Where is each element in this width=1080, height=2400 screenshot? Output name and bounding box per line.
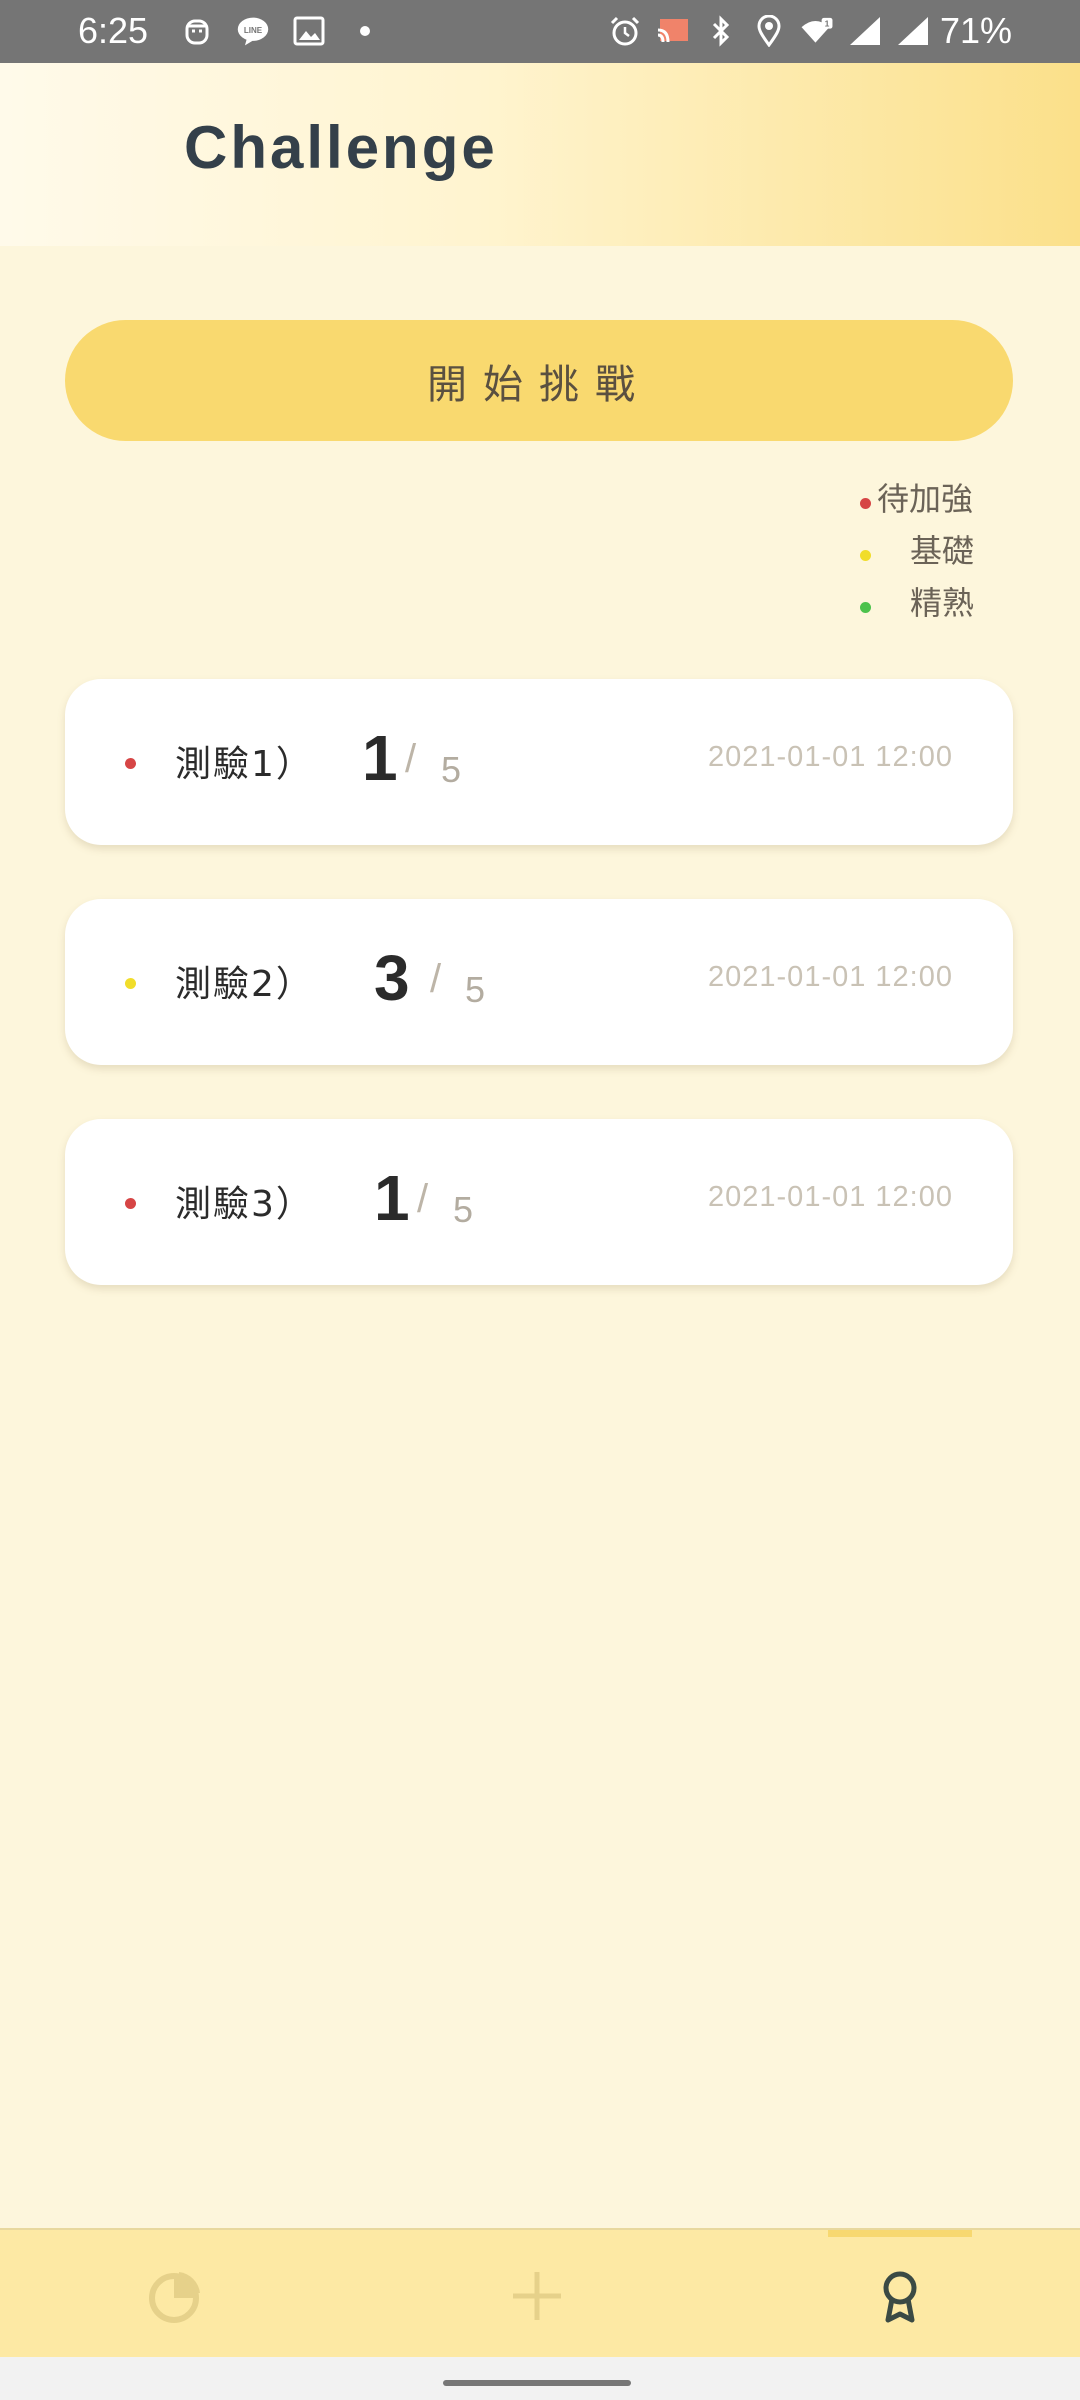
bluetooth-icon [704, 14, 738, 48]
gallery-icon [292, 14, 326, 48]
start-challenge-button[interactable]: 開始挑戰 [65, 320, 1013, 441]
legend-label: 待加強 [877, 480, 974, 518]
legend-label: 基礎 [910, 532, 975, 570]
legend-dot [860, 550, 871, 561]
quiz-score: 1 [362, 722, 398, 794]
quiz-card-2[interactable]: 測驗2） 3 / 5 2021-01-01 12:00 [65, 899, 1013, 1065]
score-separator: / [430, 957, 442, 1001]
svg-text:1: 1 [825, 18, 830, 28]
alarm-icon [608, 14, 642, 48]
signal-icon [896, 14, 930, 48]
page-title: Challenge [184, 114, 498, 181]
quiz-card-3[interactable]: 測驗3） 1 / 5 2021-01-01 12:00 [65, 1119, 1013, 1285]
pie-chart-icon [146, 2266, 206, 2330]
quiz-name: 測驗1） [175, 744, 314, 785]
status-time: 6:25 [78, 10, 149, 51]
bottom-nav [0, 2228, 1080, 2357]
score-separator: / [405, 737, 417, 781]
quiz-name: 測驗3） [175, 1184, 314, 1225]
home-gesture-bar[interactable] [443, 2380, 631, 2386]
quiz-score: 1 [374, 1162, 410, 1234]
wifi-icon: 1 [800, 14, 834, 48]
quiz-total: 5 [441, 749, 462, 790]
quiz-total: 5 [453, 1189, 474, 1230]
nav-challenge[interactable] [860, 2258, 940, 2338]
quiz-name: 測驗2） [175, 964, 314, 1005]
header: Challenge [0, 63, 1080, 246]
quiz-timestamp: 2021-01-01 12:00 [708, 741, 953, 773]
line-icon: LINE [236, 14, 270, 48]
dot-icon [348, 14, 382, 48]
badge-icon [870, 2266, 930, 2330]
level-dot [125, 1198, 136, 1209]
signal-icon [848, 14, 882, 48]
battery-level: 71% [939, 10, 1012, 51]
nav-add[interactable] [497, 2258, 577, 2338]
score-separator: / [417, 1177, 429, 1221]
svg-text:LINE: LINE [244, 26, 263, 35]
quiz-score: 3 [374, 942, 410, 1014]
legend-dot [860, 602, 871, 613]
active-tab-indicator [828, 2230, 972, 2237]
face-icon [180, 14, 214, 48]
quiz-timestamp: 2021-01-01 12:00 [708, 961, 953, 993]
legend-dot [860, 498, 871, 509]
status-bar: 6:25 LINE 1 71% [0, 0, 1080, 63]
level-dot [125, 758, 136, 769]
quiz-total: 5 [465, 969, 486, 1010]
quiz-timestamp: 2021-01-01 12:00 [708, 1181, 953, 1213]
nav-stats[interactable] [136, 2258, 216, 2338]
location-icon [752, 14, 786, 48]
plus-icon [507, 2266, 567, 2330]
gesture-area [0, 2357, 1080, 2400]
legend-label: 精熟 [910, 584, 975, 622]
cast-icon [656, 14, 690, 48]
level-dot [125, 978, 136, 989]
quiz-card-1[interactable]: 測驗1） 1 / 5 2021-01-01 12:00 [65, 679, 1013, 845]
